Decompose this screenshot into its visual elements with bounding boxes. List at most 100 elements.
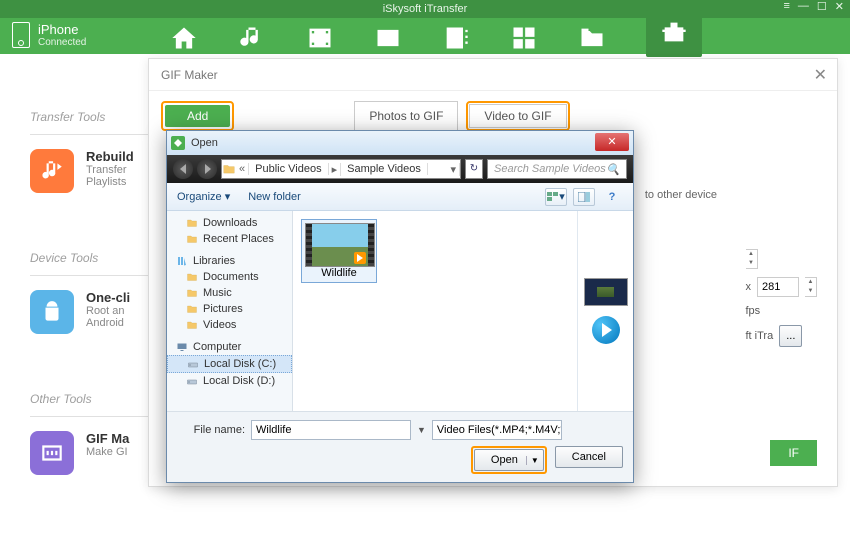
file-label: Wildlife (305, 267, 373, 279)
apps-icon[interactable] (510, 24, 538, 52)
tool-desc: Transfer (86, 164, 134, 176)
rebuild-icon (30, 149, 74, 193)
phone-icon (12, 22, 30, 48)
device-status: Connected (38, 37, 86, 48)
tool-title: One-cli (86, 290, 130, 305)
dialog-titlebar[interactable]: Open ✕ (167, 131, 633, 155)
toolbox-icon (660, 18, 688, 46)
file-list[interactable]: Wildlife (293, 211, 577, 411)
tool-desc: Make GI (86, 446, 129, 458)
help-icon[interactable]: ? (601, 188, 623, 206)
fps-label: fps (746, 305, 761, 317)
video-icon[interactable] (306, 24, 334, 52)
music-icon[interactable] (238, 24, 266, 52)
photo-icon[interactable] (374, 24, 402, 52)
tree-libraries[interactable]: Libraries (167, 253, 292, 269)
width-input[interactable] (757, 277, 799, 297)
home-icon[interactable] (170, 24, 198, 52)
highlight-video-tab: Video to GIF (466, 101, 569, 131)
search-input[interactable]: Search Sample Videos 🔍 (487, 159, 627, 179)
menu-icon[interactable]: ≡ (783, 0, 789, 13)
tree-computer[interactable]: Computer (167, 339, 292, 355)
video-thumbnail-icon (305, 223, 375, 267)
tree-drive-d[interactable]: Local Disk (D:) (167, 373, 292, 389)
filetype-combo[interactable]: Video Files(*.MP4;*.M4V;*.3GP;▼ (432, 420, 562, 440)
spinner[interactable]: ▲▼ (746, 249, 758, 269)
maximize-icon[interactable]: ☐ (817, 0, 827, 13)
new-folder-button[interactable]: New folder (248, 191, 301, 203)
folder-tree[interactable]: Downloads Recent Places Libraries Docume… (167, 211, 293, 411)
preview-thumb (584, 278, 628, 306)
output-label: ft iTra (746, 330, 774, 342)
open-file-dialog: Open ✕ « Public Videos▸ Sample Videos ▾ … (166, 130, 634, 483)
other-device-label: to other device (645, 189, 717, 201)
android-icon (30, 290, 74, 334)
search-placeholder: Search Sample Videos (494, 163, 606, 175)
titlebar: iSkysoft iTransfer (0, 0, 850, 18)
contacts-icon[interactable] (442, 24, 470, 52)
open-dropdown-icon[interactable]: ▼ (526, 456, 539, 465)
tool-desc: Android (86, 317, 130, 329)
tree-pictures[interactable]: Pictures (167, 301, 292, 317)
tree-drive-c[interactable]: Local Disk (C:) (167, 355, 292, 373)
tool-title: GIF Ma (86, 431, 129, 446)
filename-input[interactable] (251, 420, 411, 440)
search-icon: 🔍 (606, 163, 620, 176)
tab-photos-to-gif[interactable]: Photos to GIF (354, 101, 458, 131)
tree-music[interactable]: Music (167, 285, 292, 301)
app-header: iSkysoft iTransfer ≡ ― ☐ ✕ iPhone Connec… (0, 0, 850, 54)
tree-videos[interactable]: Videos (167, 317, 292, 333)
files-icon[interactable] (578, 24, 606, 52)
toolbox-tab-active[interactable] (646, 10, 702, 57)
dialog-footer: File name: ▼ Video Files(*.MP4;*.M4V;*.3… (167, 411, 633, 482)
gif-settings: ▲▼ x ▲▼ fps ft iTra ... (746, 249, 818, 355)
device-name: iPhone (38, 22, 86, 37)
organize-button[interactable]: Organize ▾ (177, 190, 230, 203)
crumb-segment[interactable]: Public Videos (249, 163, 328, 175)
browse-button[interactable]: ... (779, 325, 802, 347)
create-gif-button[interactable]: IF (770, 440, 817, 466)
window-controls: ≡ ― ☐ ✕ (783, 0, 844, 13)
play-overlay-icon (354, 252, 366, 264)
highlight-add: Add (161, 101, 234, 131)
nav-tabs (170, 18, 702, 57)
forward-icon[interactable] (197, 159, 217, 179)
close-icon[interactable]: ✕ (835, 0, 844, 13)
filename-label: File name: (177, 424, 245, 436)
dialog-toolbar: Organize ▾ New folder ▾ ? (167, 183, 633, 211)
tree-recent[interactable]: Recent Places (167, 231, 292, 247)
dialog-title: Open (191, 137, 218, 149)
dialog-close-icon[interactable]: ✕ (595, 133, 629, 151)
minimize-icon[interactable]: ― (798, 0, 809, 13)
breadcrumb[interactable]: « Public Videos▸ Sample Videos ▾ (221, 159, 461, 179)
tool-title: Rebuild (86, 149, 134, 164)
dialog-body: Downloads Recent Places Libraries Docume… (167, 211, 633, 411)
gif-icon (30, 431, 74, 475)
preview-pane (577, 211, 633, 411)
add-button[interactable]: Add (165, 105, 230, 127)
tool-desc: Root an (86, 305, 130, 317)
preview-pane-icon[interactable] (573, 188, 595, 206)
cancel-button[interactable]: Cancel (555, 446, 623, 468)
panel-title: GIF Maker (149, 59, 837, 91)
tree-documents[interactable]: Documents (167, 269, 292, 285)
preview-play-icon[interactable] (592, 316, 620, 344)
tab-video-to-gif[interactable]: Video to GIF (469, 104, 566, 128)
spinner[interactable]: ▲▼ (805, 277, 817, 297)
refresh-icon[interactable]: ↻ (465, 159, 483, 179)
device-panel[interactable]: iPhone Connected (12, 22, 86, 48)
folder-icon (222, 162, 236, 176)
tool-desc: Playlists (86, 176, 134, 188)
back-icon[interactable] (173, 159, 193, 179)
panel-close-icon[interactable]: ✕ (814, 65, 827, 85)
view-mode-icon[interactable]: ▾ (545, 188, 567, 206)
highlight-open: Open▼ (471, 446, 547, 474)
app-title: iSkysoft iTransfer (383, 3, 468, 15)
tree-downloads[interactable]: Downloads (167, 215, 292, 231)
crumb-segment[interactable]: Sample Videos (341, 163, 428, 175)
dialog-app-icon (171, 136, 185, 150)
gif-tabs: Photos to GIF Video to GIF (354, 101, 569, 131)
file-item-wildlife[interactable]: Wildlife (301, 219, 377, 283)
open-button[interactable]: Open▼ (474, 449, 544, 471)
dialog-navbar: « Public Videos▸ Sample Videos ▾ ↻ Searc… (167, 155, 633, 183)
